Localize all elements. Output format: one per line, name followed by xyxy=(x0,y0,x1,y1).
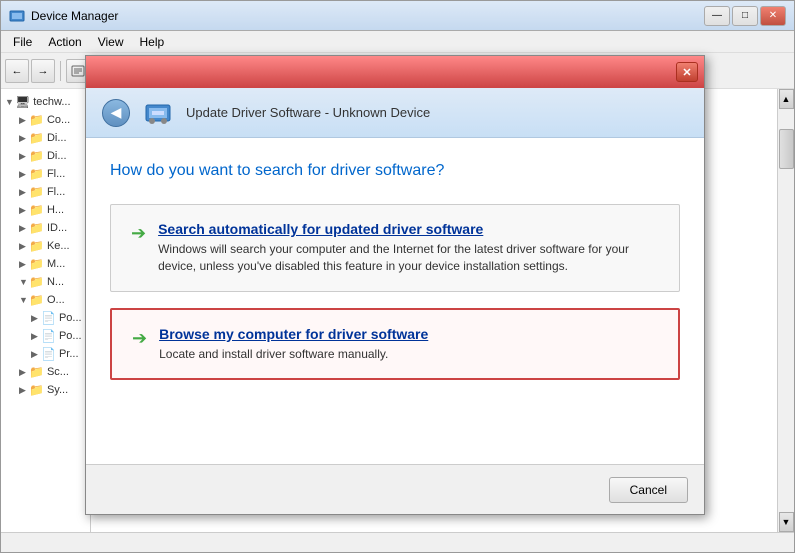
browse-description: Locate and install driver software manua… xyxy=(159,346,428,363)
auto-search-description: Windows will search your computer and th… xyxy=(158,241,659,275)
list-item[interactable]: ▶ 📁 Di... xyxy=(1,147,90,165)
auto-search-option[interactable]: ➔ Search automatically for updated drive… xyxy=(110,204,680,292)
modal-header: ◀ Update Driver Software - Unknown Devic… xyxy=(86,88,704,138)
computer-icon: 🖥 xyxy=(15,95,30,109)
update-driver-dialog: ✕ ◀ Update Driver Software - Unknown Dev… xyxy=(85,55,705,515)
tree-root-label: techw... xyxy=(33,96,70,108)
list-item[interactable]: ▶ 📁 Fl... xyxy=(1,183,90,201)
minimize-button[interactable]: — xyxy=(704,6,730,26)
list-item[interactable]: ▶ 📄 Po... xyxy=(1,327,90,345)
browse-content: Browse my computer for driver software L… xyxy=(159,326,428,363)
auto-arrow-icon: ➔ xyxy=(131,223,146,244)
list-item[interactable]: ▶ 📁 ID... xyxy=(1,219,90,237)
expand-icon: ▼ xyxy=(5,97,15,107)
list-item[interactable]: ▼ 📁 O... xyxy=(1,291,90,309)
browse-title: Browse my computer for driver software xyxy=(159,326,428,342)
scroll-thumb[interactable] xyxy=(779,129,794,169)
window-close-button[interactable]: ✕ xyxy=(760,6,786,26)
toolbar-sep-1 xyxy=(60,61,61,81)
auto-search-content: Search automatically for updated driver … xyxy=(158,221,659,275)
list-item[interactable]: ▼ 📁 N... xyxy=(1,273,90,291)
list-item[interactable]: ▶ 📁 Fl... xyxy=(1,165,90,183)
modal-footer: Cancel xyxy=(86,464,704,514)
maximize-button[interactable]: □ xyxy=(732,6,758,26)
modal-header-title: Update Driver Software - Unknown Device xyxy=(186,105,430,120)
modal-title-bar: ✕ xyxy=(86,56,704,88)
modal-close-button[interactable]: ✕ xyxy=(676,62,698,82)
list-item[interactable]: ▶ 📁 Ke... xyxy=(1,237,90,255)
status-bar xyxy=(1,532,794,552)
title-bar: Device Manager — □ ✕ xyxy=(1,1,794,31)
back-navigation-button[interactable]: ◀ xyxy=(102,99,130,127)
window-title: Device Manager xyxy=(31,9,704,23)
tree-panel: ▼ 🖥 techw... ▶ 📁 Co... ▶ 📁 Di... ▶ 📁 Di.… xyxy=(1,89,91,532)
auto-search-title: Search automatically for updated driver … xyxy=(158,221,659,237)
scrollbar[interactable]: ▲ ▼ xyxy=(777,89,794,532)
forward-button[interactable]: → xyxy=(31,59,55,83)
cancel-button[interactable]: Cancel xyxy=(609,477,688,503)
modal-body: How do you want to search for driver sof… xyxy=(86,138,704,464)
scroll-up-button[interactable]: ▲ xyxy=(779,89,794,109)
list-item[interactable]: ▶ 📄 Pr... xyxy=(1,345,90,363)
list-item[interactable]: ▶ 📁 Sc... xyxy=(1,363,90,381)
tree-root[interactable]: ▼ 🖥 techw... xyxy=(1,93,90,111)
list-item[interactable]: ▶ 📁 H... xyxy=(1,201,90,219)
menu-bar: File Action View Help xyxy=(1,31,794,53)
browse-option[interactable]: ➔ Browse my computer for driver software… xyxy=(110,308,680,381)
list-item[interactable]: ▶ 📄 Po... xyxy=(1,309,90,327)
modal-question: How do you want to search for driver sof… xyxy=(110,162,680,180)
window-controls: — □ ✕ xyxy=(704,6,786,26)
list-item[interactable]: ▶ 📁 Di... xyxy=(1,129,90,147)
driver-icon xyxy=(142,97,174,129)
browse-arrow-icon: ➔ xyxy=(132,328,147,349)
menu-file[interactable]: File xyxy=(5,33,40,51)
menu-help[interactable]: Help xyxy=(132,33,173,51)
menu-view[interactable]: View xyxy=(90,33,132,51)
menu-action[interactable]: Action xyxy=(40,33,89,51)
app-icon xyxy=(9,8,25,24)
back-arrow-icon: ◀ xyxy=(111,104,122,121)
list-item[interactable]: ▶ 📁 Sy... xyxy=(1,381,90,399)
list-item[interactable]: ▶ 📁 M... xyxy=(1,255,90,273)
back-button[interactable]: ← xyxy=(5,59,29,83)
list-item[interactable]: ▶ 📁 Co... xyxy=(1,111,90,129)
scroll-down-button[interactable]: ▼ xyxy=(779,512,794,532)
